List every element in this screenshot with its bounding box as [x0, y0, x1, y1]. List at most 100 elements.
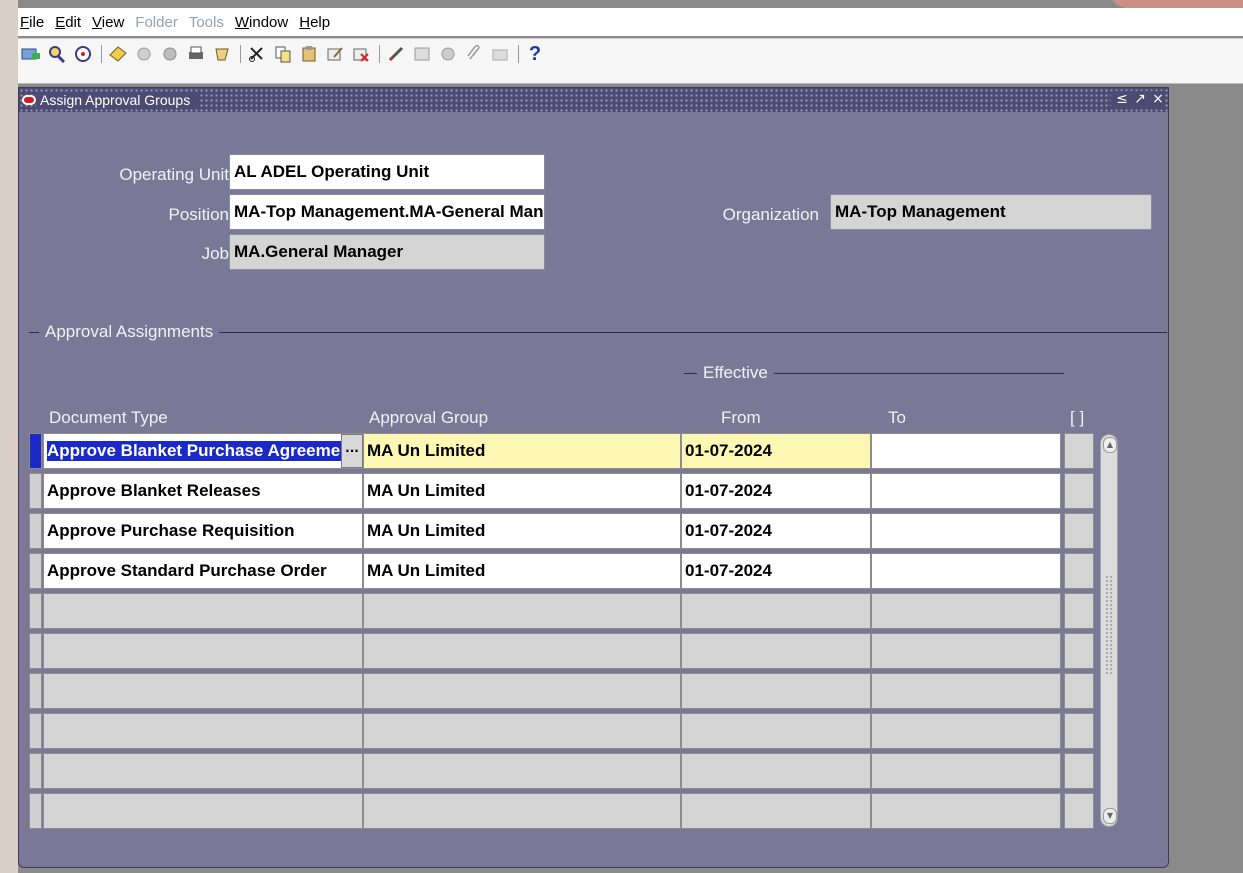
list-of-values-button[interactable]: ···: [341, 434, 363, 468]
document-type-cell[interactable]: [43, 713, 363, 749]
zoom-icon[interactable]: [411, 43, 433, 65]
flexfield-cell[interactable]: [1064, 673, 1094, 709]
navigator-icon[interactable]: [72, 43, 94, 65]
document-type-cell[interactable]: [43, 793, 363, 829]
effective-to-cell[interactable]: [871, 753, 1061, 789]
approval-group-cell[interactable]: [363, 713, 681, 749]
flexfield-cell[interactable]: [1064, 433, 1094, 469]
effective-from-cell[interactable]: 01-07-2024: [681, 473, 871, 509]
document-type-cell[interactable]: [43, 593, 363, 629]
scroll-up-arrow-icon[interactable]: ▲: [1103, 437, 1117, 453]
scroll-down-arrow-icon[interactable]: ▼: [1103, 808, 1117, 824]
effective-to-cell[interactable]: [871, 673, 1061, 709]
new-record-pencil-icon[interactable]: [324, 43, 346, 65]
vertical-scrollbar[interactable]: ▲ ▼: [1100, 434, 1118, 827]
window-titlebar[interactable]: Assign Approval Groups ≤ ↗ ×: [19, 88, 1168, 112]
effective-from-cell[interactable]: 01-07-2024: [681, 433, 871, 469]
toolbar-separator: [101, 45, 102, 63]
delete-record-icon[interactable]: [350, 43, 372, 65]
effective-from-cell[interactable]: [681, 633, 871, 669]
menu-tools[interactable]: Tools: [189, 14, 224, 31]
flexfield-cell[interactable]: [1064, 713, 1094, 749]
row-indicator[interactable]: [29, 513, 42, 549]
row-indicator[interactable]: [29, 553, 42, 589]
effective-to-cell[interactable]: [871, 553, 1061, 589]
flexfield-cell[interactable]: [1064, 633, 1094, 669]
new-record-icon[interactable]: [20, 43, 42, 65]
row-indicator[interactable]: [29, 673, 42, 709]
approval-group-cell[interactable]: MA Un Limited: [363, 513, 681, 549]
flexfield-cell[interactable]: [1064, 513, 1094, 549]
close-form-icon[interactable]: [211, 43, 233, 65]
approval-group-cell[interactable]: [363, 593, 681, 629]
document-type-cell[interactable]: Approve Standard Purchase Order: [43, 553, 363, 589]
close-icon[interactable]: ×: [1151, 91, 1165, 107]
menu-folder[interactable]: Folder: [135, 14, 178, 31]
next-step-icon[interactable]: [133, 43, 155, 65]
document-type-cell[interactable]: [43, 753, 363, 789]
row-indicator[interactable]: [29, 433, 42, 469]
find-icon[interactable]: [46, 43, 68, 65]
effective-to-cell[interactable]: [871, 793, 1061, 829]
effective-to-cell[interactable]: [871, 433, 1061, 469]
document-type-cell[interactable]: Approve Blanket Purchase Agreement: [43, 433, 363, 469]
approval-group-cell[interactable]: MA Un Limited: [363, 553, 681, 589]
help-icon[interactable]: ?: [524, 43, 546, 65]
effective-from-cell[interactable]: [681, 793, 871, 829]
row-indicator[interactable]: [29, 473, 42, 509]
effective-from-cell[interactable]: 01-07-2024: [681, 553, 871, 589]
effective-from-cell[interactable]: [681, 713, 871, 749]
menu-edit[interactable]: Edit: [55, 14, 81, 31]
document-type-cell[interactable]: [43, 633, 363, 669]
effective-to-cell[interactable]: [871, 593, 1061, 629]
translations-icon[interactable]: [437, 43, 459, 65]
flexfield-cell[interactable]: [1064, 473, 1094, 509]
operating-unit-field[interactable]: AL ADEL Operating Unit: [229, 154, 545, 190]
effective-to-cell[interactable]: [871, 713, 1061, 749]
effective-from-cell[interactable]: [681, 593, 871, 629]
minimize-icon[interactable]: ≤: [1115, 91, 1129, 107]
attachments-icon[interactable]: [463, 43, 485, 65]
cut-icon[interactable]: [246, 43, 268, 65]
document-type-cell[interactable]: Approve Blanket Releases: [43, 473, 363, 509]
paste-icon[interactable]: [298, 43, 320, 65]
approval-group-cell[interactable]: [363, 753, 681, 789]
position-field[interactable]: MA-Top Management.MA-General Manager: [229, 194, 545, 230]
edit-field-icon[interactable]: [385, 43, 407, 65]
effective-from-cell[interactable]: 01-07-2024: [681, 513, 871, 549]
row-indicator[interactable]: [29, 593, 42, 629]
effective-from-cell[interactable]: [681, 753, 871, 789]
flexfield-cell[interactable]: [1064, 753, 1094, 789]
effective-to-cell[interactable]: [871, 473, 1061, 509]
row-indicator[interactable]: [29, 753, 42, 789]
flexfield-cell[interactable]: [1064, 593, 1094, 629]
maximize-icon[interactable]: ↗: [1133, 91, 1147, 107]
organization-field[interactable]: MA-Top Management: [830, 194, 1152, 230]
row-indicator[interactable]: [29, 633, 42, 669]
switch-responsibility-icon[interactable]: [159, 43, 181, 65]
row-indicator[interactable]: [29, 793, 42, 829]
effective-from-cell[interactable]: [681, 673, 871, 709]
approval-group-cell[interactable]: MA Un Limited: [363, 433, 681, 469]
copy-icon[interactable]: [272, 43, 294, 65]
menu-help[interactable]: Help: [299, 14, 330, 31]
job-field[interactable]: MA.General Manager: [229, 234, 545, 270]
row-indicator[interactable]: [29, 713, 42, 749]
effective-to-cell[interactable]: [871, 633, 1061, 669]
effective-to-cell[interactable]: [871, 513, 1061, 549]
approval-group-cell[interactable]: [363, 793, 681, 829]
flexfield-cell[interactable]: [1064, 793, 1094, 829]
menu-window[interactable]: Window: [235, 14, 288, 31]
approval-group-cell[interactable]: MA Un Limited: [363, 473, 681, 509]
approval-group-cell[interactable]: [363, 633, 681, 669]
scroll-thumb[interactable]: [1105, 575, 1113, 675]
document-type-cell[interactable]: Approve Purchase Requisition: [43, 513, 363, 549]
folder-tools-icon[interactable]: [489, 43, 511, 65]
menu-view[interactable]: View: [92, 14, 124, 31]
save-icon[interactable]: [107, 43, 129, 65]
approval-group-cell[interactable]: [363, 673, 681, 709]
menu-file[interactable]: File: [20, 14, 44, 31]
flexfield-cell[interactable]: [1064, 553, 1094, 589]
document-type-cell[interactable]: [43, 673, 363, 709]
print-icon[interactable]: [185, 43, 207, 65]
